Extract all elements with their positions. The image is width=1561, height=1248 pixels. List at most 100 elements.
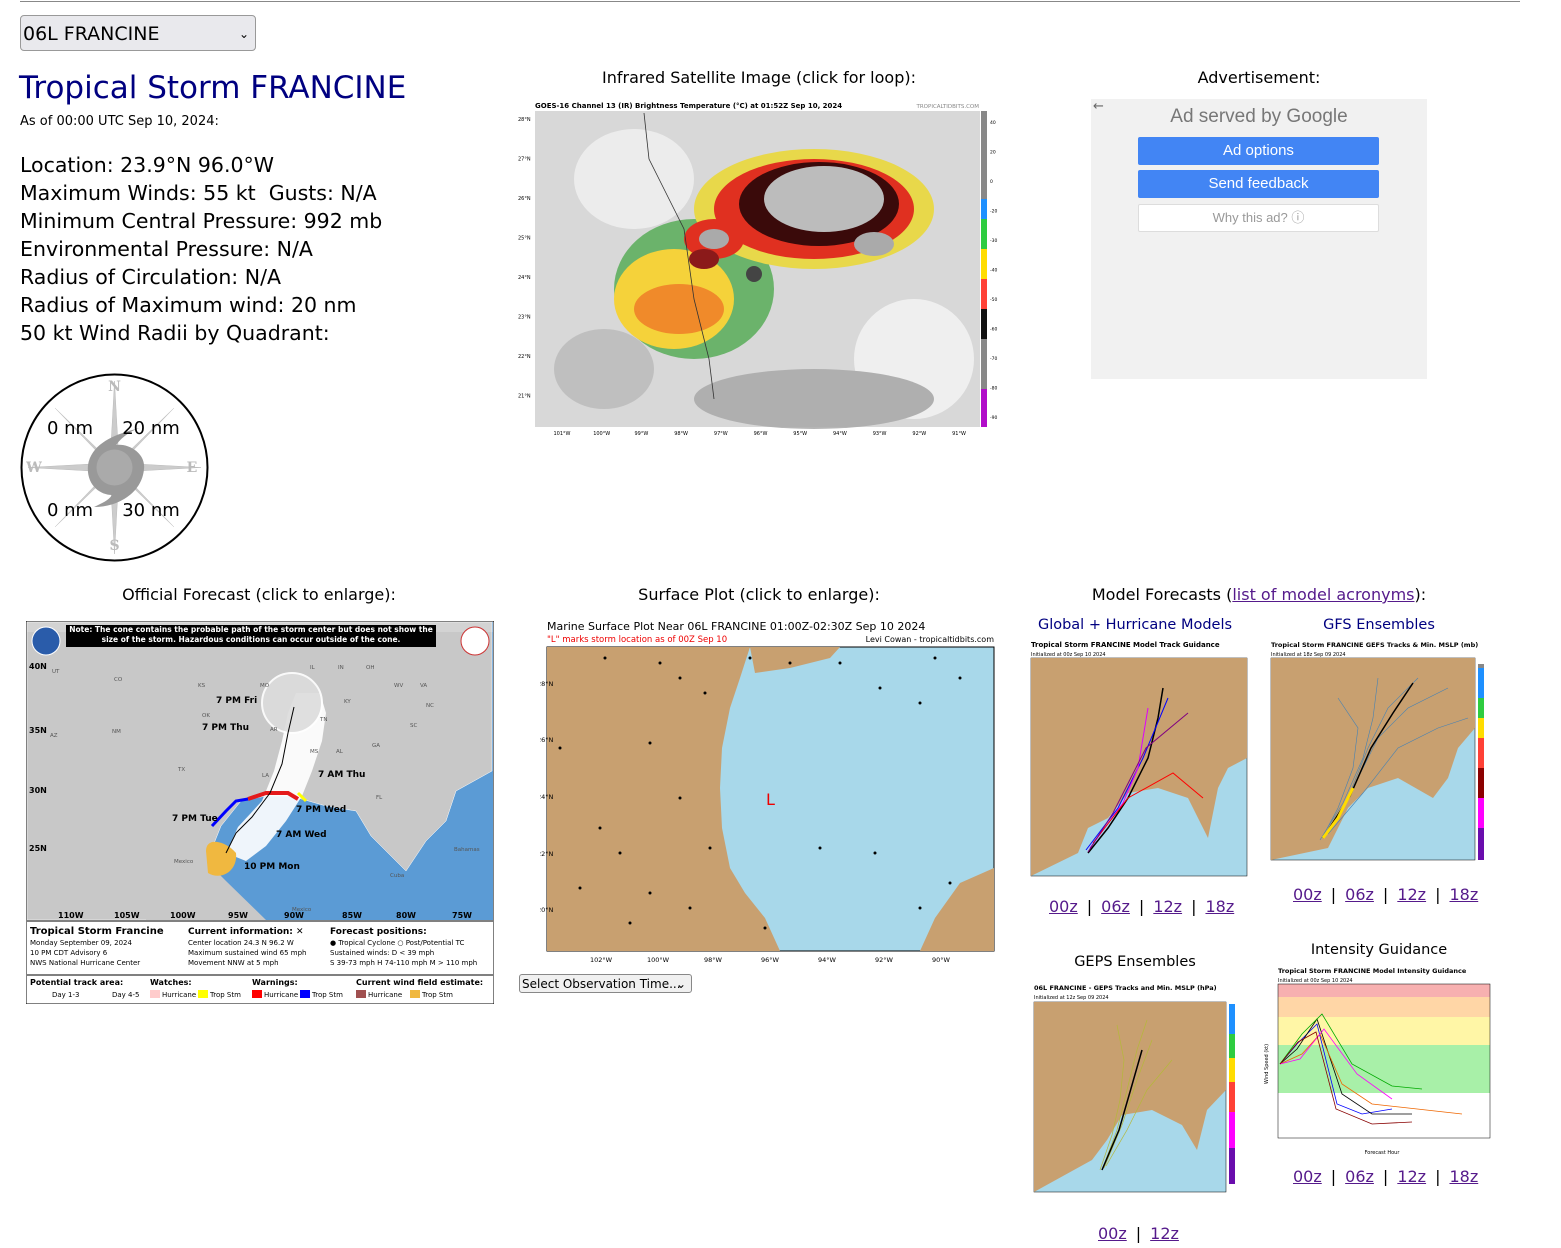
ad-served-by: Ad served by Google bbox=[1170, 106, 1348, 127]
geps-links: 00z | 12z bbox=[1098, 1224, 1179, 1243]
legend-day13: Day 1-3 bbox=[52, 991, 79, 999]
send-feedback-button[interactable]: Send feedback bbox=[1138, 170, 1379, 198]
intensity-link-06z[interactable]: 06z bbox=[1345, 1167, 1374, 1186]
satellite-scale-label: -80 bbox=[990, 386, 997, 392]
state-label-3: MO bbox=[260, 683, 270, 689]
model-acronyms-link[interactable]: list of model acronyms bbox=[1232, 585, 1414, 604]
satellite-lon-label: 97°W bbox=[714, 431, 728, 437]
official-forecast-image[interactable]: Note: The cone contains the probable pat… bbox=[26, 621, 494, 1004]
gfs-subtitle: Initialized at 18z Sep 09 2024 bbox=[1271, 652, 1346, 658]
satellite-lon-label: 92°W bbox=[912, 431, 926, 437]
wind-radii-compass: N S E W 0 nm 20 nm 0 nm 30 nm bbox=[20, 373, 209, 562]
satellite-lon-label: 94°W bbox=[833, 431, 847, 437]
gfs-link-12z[interactable]: 12z bbox=[1397, 885, 1426, 904]
intensity-link-12z[interactable]: 12z bbox=[1397, 1167, 1426, 1186]
satellite-lat-label: 28°N bbox=[518, 117, 531, 123]
point-label-5: 7 PM Tue bbox=[172, 814, 218, 824]
global-link-06z[interactable]: 06z bbox=[1101, 897, 1130, 916]
intensity-link-00z[interactable]: 00z bbox=[1293, 1167, 1322, 1186]
satellite-scale-label: -70 bbox=[990, 356, 997, 362]
state-label-16: TN bbox=[319, 717, 327, 723]
intensity-subtitle: Initialized at 00z Sep 10 2024 bbox=[1278, 978, 1353, 984]
gfs-link-00z[interactable]: 00z bbox=[1293, 885, 1322, 904]
forecast-positions-line2: Sustained winds: D < 39 mph bbox=[330, 949, 434, 957]
intensity-guidance-image[interactable]: Tropical Storm FRANCINE Model Intensity … bbox=[1262, 964, 1496, 1157]
legend-day45: Day 4-5 bbox=[112, 991, 139, 999]
compass-w-label: W bbox=[25, 460, 42, 476]
legend-warning-tropstm: Trop Stm bbox=[311, 991, 343, 999]
satellite-lat-label: 27°N bbox=[518, 157, 531, 163]
legend-track-label: Potential track area: bbox=[30, 978, 123, 987]
current-info-label: Current information: ✕ bbox=[188, 927, 304, 937]
surface-plot-credit: Levi Cowan - tropicaltidbits.com bbox=[866, 635, 995, 644]
storm-select[interactable]: 06L FRANCINE ⌄ bbox=[20, 15, 256, 51]
geps-link-00z[interactable]: 00z bbox=[1098, 1224, 1127, 1243]
state-label-1: CO bbox=[114, 677, 123, 683]
geps-ensembles-image[interactable]: 06L FRANCINE - GEPS Tracks and Min. MSLP… bbox=[1022, 980, 1250, 1200]
official-forecast-caption: Official Forecast (click to enlarge): bbox=[122, 585, 396, 604]
point-label-6: 10 PM Mon bbox=[244, 862, 300, 872]
state-label-9: NC bbox=[426, 703, 434, 709]
gfs-ensembles-caption: GFS Ensembles bbox=[1323, 617, 1435, 633]
surface-lon-0: 102°W bbox=[590, 956, 613, 964]
geps-subtitle: Initialized at 12z Sep 09 2024 bbox=[1034, 995, 1109, 1001]
gfs-ensembles-image[interactable]: Tropical Storm FRANCINE GEFS Tracks & Mi… bbox=[1268, 638, 1500, 866]
satellite-scale-label: -50 bbox=[990, 297, 997, 303]
surface-lon-1: 100°W bbox=[647, 956, 670, 964]
advertisement: ← Ad served by Google Ad options Send fe… bbox=[1091, 99, 1427, 379]
observation-time-select[interactable]: Select Observation Time... ⌄ bbox=[519, 974, 692, 993]
state-label-19: NM bbox=[112, 729, 121, 735]
surface-plot-image[interactable]: Marine Surface Plot Near 06L FRANCINE 01… bbox=[540, 618, 1000, 968]
global-link-12z[interactable]: 12z bbox=[1153, 897, 1182, 916]
state-label-11: GA bbox=[372, 743, 380, 749]
satellite-caption: Infrared Satellite Image (click for loop… bbox=[602, 68, 916, 87]
lon-label-5: 85W bbox=[342, 911, 362, 920]
state-label-15: AR bbox=[270, 727, 278, 733]
surface-lat-0: 28°N bbox=[540, 680, 554, 688]
gfs-link-06z[interactable]: 06z bbox=[1345, 885, 1374, 904]
ad-options-button[interactable]: Ad options bbox=[1138, 137, 1379, 165]
satellite-credit: TROPICALTIDBITS.COM bbox=[916, 104, 980, 110]
state-label-8: VA bbox=[420, 683, 427, 689]
legend-wind-label: Current wind field estimate: bbox=[356, 978, 483, 987]
compass-e-label: E bbox=[187, 460, 198, 476]
global-link-00z[interactable]: 00z bbox=[1049, 897, 1078, 916]
state-label-20: AZ bbox=[50, 733, 58, 739]
storm-title: Tropical Storm FRANCINE bbox=[19, 70, 407, 106]
satellite-lat-label: 23°N bbox=[518, 315, 531, 321]
state-label-18: OK bbox=[202, 713, 210, 719]
global-models-image[interactable]: Tropical Storm FRANCINE Model Track Guid… bbox=[1028, 638, 1250, 884]
lon-label-7: 75W bbox=[452, 911, 472, 920]
gfs-links: 00z | 06z | 12z | 18z bbox=[1293, 885, 1479, 904]
satellite-lon-label: 91°W bbox=[952, 431, 966, 437]
model-forecasts-suffix: ): bbox=[1414, 585, 1427, 604]
surface-lon-5: 92°W bbox=[875, 956, 894, 964]
state-label-10: SC bbox=[410, 723, 417, 729]
satellite-lat-label: 24°N bbox=[518, 275, 531, 281]
satellite-scale-label: 0 bbox=[990, 179, 993, 185]
storm-info: Location: 23.9°N 96.0°W Maximum Winds: 5… bbox=[20, 151, 382, 347]
satellite-image[interactable]: GOES-16 Channel 13 (IR) Brightness Tempe… bbox=[514, 99, 1004, 439]
why-this-ad-button[interactable]: Why this ad? ⓘ bbox=[1138, 204, 1379, 232]
global-models-links: 00z | 06z | 12z | 18z bbox=[1049, 897, 1235, 916]
intensity-title: Tropical Storm FRANCINE Model Intensity … bbox=[1278, 967, 1467, 975]
point-label-0: 7 PM Fri bbox=[216, 696, 257, 706]
lat-label-2: 30N bbox=[29, 786, 47, 795]
intensity-link-18z[interactable]: 18z bbox=[1449, 1167, 1478, 1186]
lon-label-2: 100W bbox=[170, 911, 196, 920]
point-label-4: 7 AM Wed bbox=[276, 830, 327, 840]
geps-link-12z[interactable]: 12z bbox=[1150, 1224, 1179, 1243]
satellite-lon-label: 99°W bbox=[634, 431, 648, 437]
state-label-5: IN bbox=[338, 665, 344, 671]
country-label-3: Mexico bbox=[292, 907, 312, 913]
global-link-18z[interactable]: 18z bbox=[1205, 897, 1234, 916]
country-label-1: Cuba bbox=[390, 873, 404, 879]
legend-wind-tropstm: Trop Stm bbox=[421, 991, 453, 999]
rmw-text: Radius of Maximum wind: 20 nm bbox=[20, 293, 357, 317]
current-location: Center location 24.3 N 96.2 W bbox=[188, 939, 294, 947]
gfs-link-18z[interactable]: 18z bbox=[1449, 885, 1478, 904]
pressure-text: Minimum Central Pressure: 992 mb bbox=[20, 209, 383, 233]
model-forecasts-prefix: Model Forecasts ( bbox=[1091, 585, 1233, 604]
state-label-22: FL bbox=[376, 795, 383, 801]
country-label-0: Mexico bbox=[174, 859, 194, 865]
